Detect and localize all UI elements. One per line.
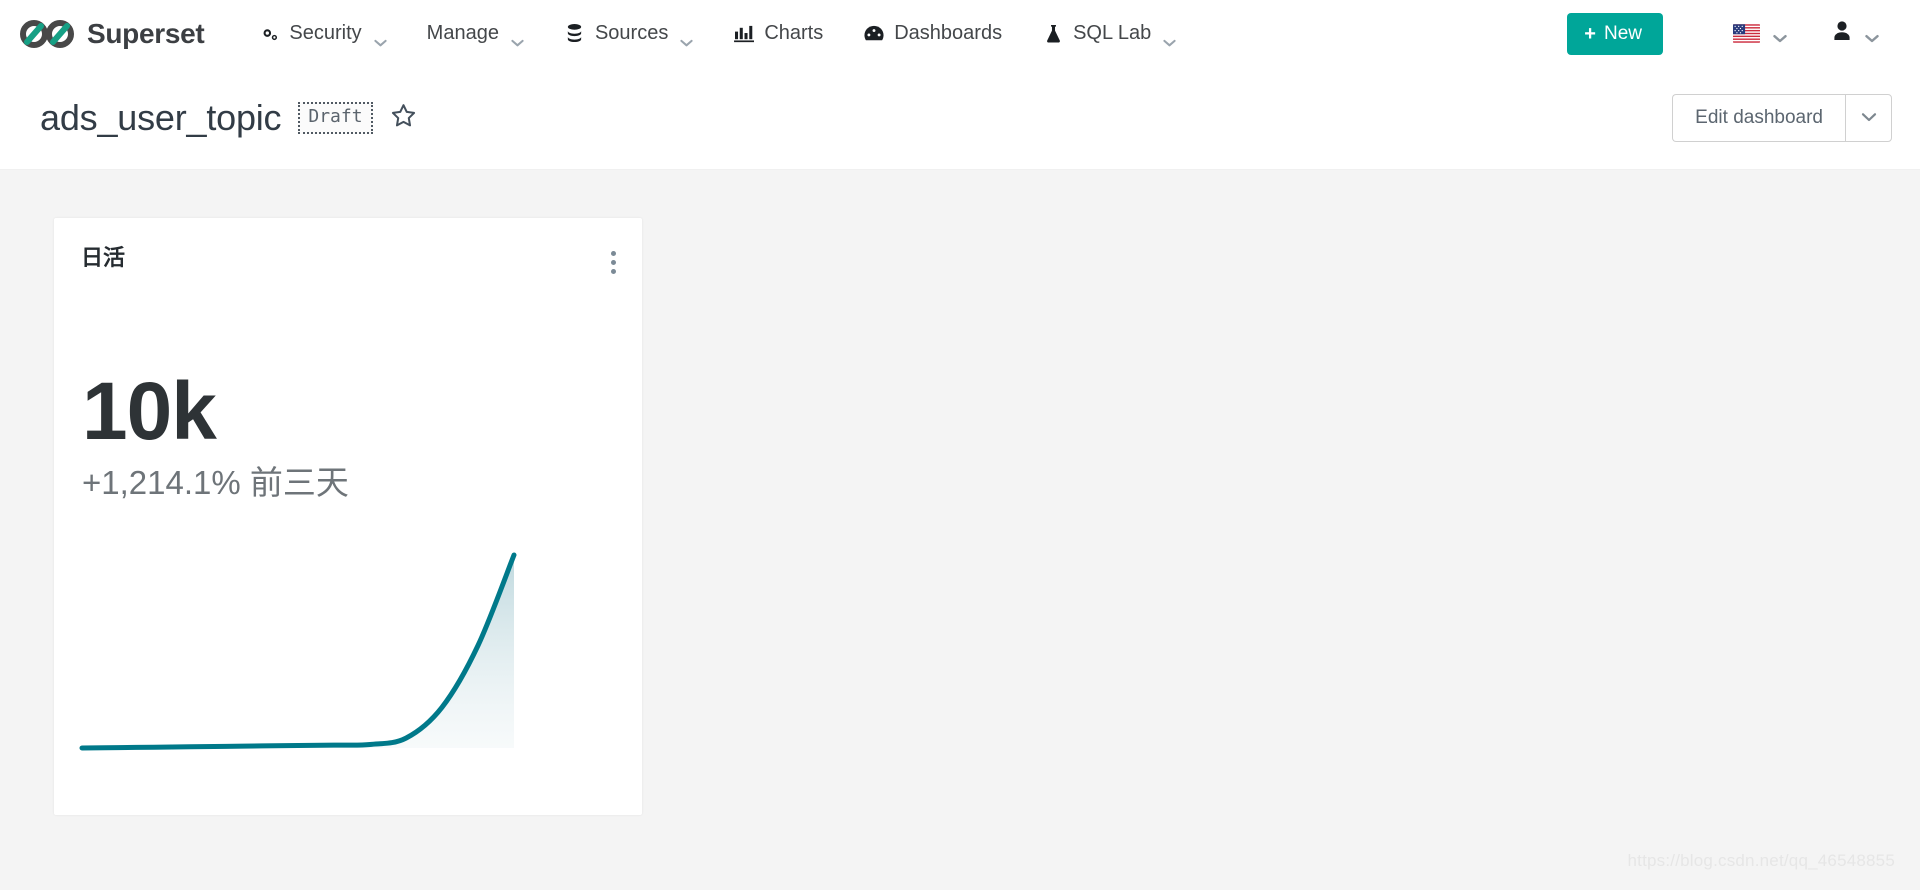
plus-icon: + [1584, 22, 1596, 45]
gears-icon [258, 23, 280, 45]
navbar-menu: Security Manage Sources Charts Dashboard… [238, 0, 1196, 67]
superset-brand-link[interactable]: Superset [20, 17, 205, 50]
nav-item-charts[interactable]: Charts [713, 0, 843, 67]
user-menu[interactable] [1818, 0, 1892, 67]
navbar-right-actions: + New [1567, 0, 1892, 67]
top-navbar: Superset Security Manage Sources Charts … [0, 0, 1920, 67]
chart-card-big-number[interactable]: 日活 10k +1,214.1% 前三天 [54, 218, 642, 815]
bar-chart-icon [733, 23, 755, 45]
new-button-label: New [1603, 23, 1642, 44]
chart-card-header: 日活 [54, 218, 642, 280]
status-badge[interactable]: Draft [298, 102, 373, 134]
kebab-dot [611, 269, 616, 274]
dashboard-content: 日活 10k +1,214.1% 前三天 https://blog.csdn.n… [0, 170, 1920, 889]
nav-item-sql-lab[interactable]: SQL Lab [1022, 0, 1196, 67]
nav-item-sources-label: Sources [594, 22, 669, 44]
database-stack-icon [564, 23, 586, 45]
brand-name: Superset [87, 17, 205, 49]
sparkline-chart [79, 552, 517, 751]
nav-item-security[interactable]: Security [238, 0, 406, 67]
nav-item-manage-label: Manage [426, 22, 499, 44]
dashboard-actions: Edit dashboard [1672, 93, 1892, 143]
nav-item-sources[interactable]: Sources [544, 0, 713, 67]
chart-title: 日活 [81, 246, 126, 271]
nav-item-dashboards[interactable]: Dashboards [843, 0, 1022, 67]
nav-item-dashboards-label: Dashboards [894, 22, 1003, 44]
page-title[interactable]: ads_user_topic [40, 97, 282, 139]
chevron-down-icon [374, 30, 387, 46]
edit-dashboard-dropdown[interactable] [1845, 93, 1892, 143]
kebab-menu-icon[interactable] [607, 245, 620, 280]
nav-item-manage[interactable]: Manage [407, 0, 544, 67]
flask-icon [1042, 23, 1064, 45]
dashboard-header: ads_user_topic Draft Edit dashboard [0, 67, 1920, 170]
chevron-down-icon [1163, 30, 1176, 46]
chevron-down-icon [1861, 109, 1877, 127]
chevron-down-icon [680, 30, 693, 46]
dashboard-gauge-icon [863, 23, 885, 45]
dashboard-title-group: ads_user_topic Draft [40, 97, 417, 139]
nav-item-sql-lab-label: SQL Lab [1073, 22, 1152, 44]
edit-dashboard-button[interactable]: Edit dashboard [1672, 93, 1845, 143]
big-number-block: 10k +1,214.1% 前三天 [82, 366, 349, 502]
chevron-down-icon [1773, 30, 1787, 42]
nav-item-security-label: Security [289, 22, 362, 44]
user-avatar-icon [1832, 20, 1852, 47]
superset-infinity-logo-icon [20, 18, 76, 50]
kebab-dot [611, 251, 616, 256]
us-flag-icon [1733, 24, 1760, 43]
chevron-down-icon [1865, 30, 1879, 42]
nav-item-charts-label: Charts [764, 22, 824, 44]
watermark-text: https://blog.csdn.net/qq_46548855 [1627, 851, 1895, 870]
kebab-dot [611, 260, 616, 265]
big-number-value: 10k [82, 366, 217, 457]
language-selector[interactable] [1719, 0, 1800, 67]
chevron-down-icon [511, 30, 524, 46]
new-button[interactable]: + New [1567, 12, 1663, 55]
star-outline-icon[interactable] [390, 102, 417, 134]
